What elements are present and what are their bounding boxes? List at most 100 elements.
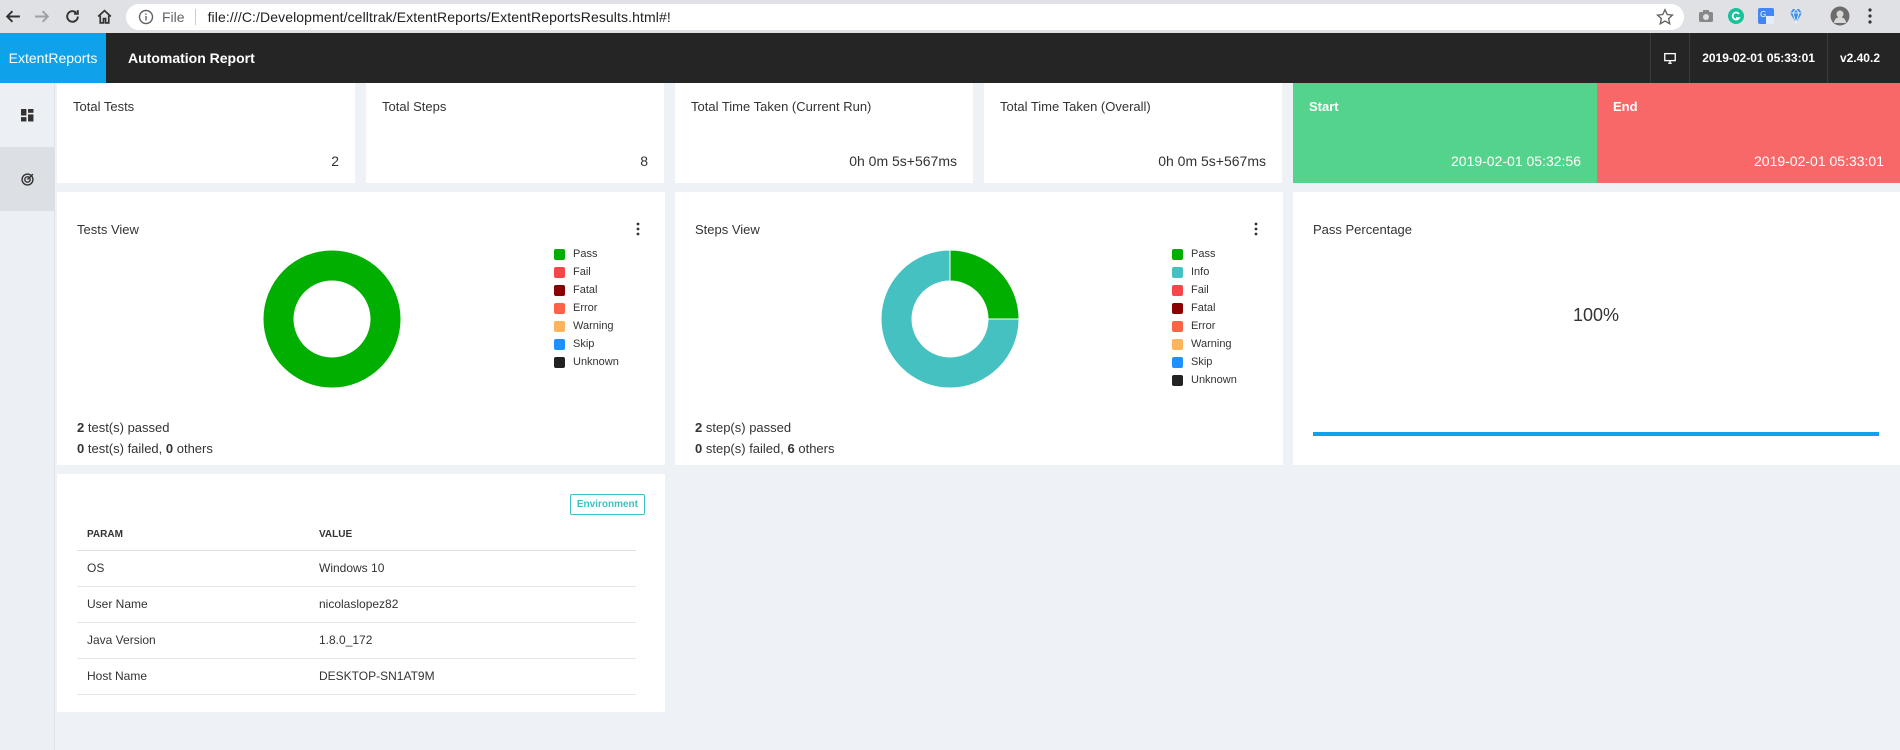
pass-percentage-value: 100% [1572,305,1620,325]
table-header-row: PARAM VALUE [77,520,636,551]
end-label: End [1613,99,1638,114]
more-options-icon[interactable] [635,222,641,236]
legend-swatch [554,284,565,296]
total-tests-label: Total Tests [73,99,135,114]
pass-percentage-bar-fill [1313,432,1879,436]
legend-label: Skip [1191,356,1213,368]
steps-others-text: others [794,441,835,456]
more-options-icon[interactable] [1253,222,1259,236]
sidebar-item-analytics[interactable] [0,147,55,211]
legend-item-pass[interactable]: Pass [554,245,619,263]
steps-view-card: Steps View Pass Info Fail Fatal Error Warning… [675,192,1283,465]
tests-summary-passed: 2 test(s) passed [77,420,170,435]
legend-label: Fatal [1191,302,1216,314]
app-header: ExtentReports Automation Report 2019-02-… [0,33,1900,83]
total-steps-card: Total Steps 8 [366,83,664,183]
legend-item-info[interactable]: Info [1172,263,1237,281]
table-row: Java Version 1.8.0_172 [77,622,636,659]
value-cell: nicolaslopez82 [309,586,636,623]
address-bar[interactable]: File file:///C:/Development/celltrak/Ext… [126,4,1684,30]
time-current-card: Total Time Taken (Current Run) 0h 0m 5s+… [675,83,973,183]
legend-label: Warning [573,320,614,332]
legend-item-fail[interactable]: Fail [1172,281,1237,299]
legend-label: Pass [1191,248,1216,260]
legend-item-error[interactable]: Error [1172,317,1237,335]
bookmark-star-icon[interactable] [1656,8,1674,26]
legend-label: Error [573,302,598,314]
forward-icon[interactable] [28,3,54,29]
legend-item-fail[interactable]: Fail [554,263,619,281]
steps-passed-text: step(s) passed [702,420,792,435]
legend-swatch [1172,338,1183,350]
reload-icon[interactable] [59,3,85,29]
grammarly-extension-icon[interactable] [1725,5,1747,27]
legend-swatch [1172,356,1183,368]
url-text[interactable]: file:///C:/Development/celltrak/ExtentRe… [208,9,671,25]
total-tests-value: 2 [331,153,339,169]
table-row: Host Name DESKTOP-SN1AT9M [77,658,636,695]
home-icon[interactable] [91,3,117,29]
legend-label: Unknown [573,356,619,368]
table-row: User Name nicolaslopez82 [77,586,636,623]
column-header-param: PARAM [77,520,309,551]
steps-donut-chart [880,249,1020,389]
legend-item-fatal[interactable]: Fatal [554,281,619,299]
legend-item-error[interactable]: Error [554,299,619,317]
donut-slice-pass[interactable] [949,249,1020,320]
track-changes-icon [21,172,34,186]
legend-item-warning[interactable]: Warning [554,317,619,335]
param-cell: OS [77,550,309,587]
time-overall-value: 0h 0m 5s+567ms [1158,153,1266,169]
legend-swatch [1172,266,1183,278]
steps-others-count: 6 [787,441,795,456]
report-title: Automation Report [128,50,255,66]
legend-swatch [1172,320,1183,332]
start-time-card: Start 2019-02-01 05:32:56 [1293,83,1597,183]
camera-extension-icon[interactable] [1695,5,1717,27]
dashboard-icon [21,108,34,121]
value-cell: Windows 10 [309,550,636,587]
steps-legend: Pass Info Fail Fatal Error Warning Skip Unknown [1172,245,1237,389]
browser-menu-icon[interactable] [1859,5,1881,27]
steps-summary-failed: 0 step(s) failed, 6 others [695,441,834,456]
legend-label: Fatal [573,284,598,296]
info-icon[interactable] [138,9,154,25]
table-row: OS Windows 10 [77,550,636,587]
legend-label: Fail [1191,284,1209,296]
legend-swatch [554,338,565,350]
legend-item-unknown[interactable]: Unknown [1172,371,1237,389]
tests-donut-chart [262,249,402,389]
profile-avatar-icon[interactable] [1829,5,1851,27]
tests-view-title: Tests View [77,222,139,237]
brand-logo[interactable]: ExtentReports [0,33,106,83]
legend-item-warning[interactable]: Warning [1172,335,1237,353]
sidebar-item-dashboard[interactable] [0,83,55,147]
translate-extension-icon[interactable]: G [1755,5,1777,27]
total-tests-card: Total Tests 2 [57,83,355,183]
total-steps-value: 8 [640,153,648,169]
sidebar [0,83,55,750]
back-icon[interactable] [0,3,26,29]
legend-item-unknown[interactable]: Unknown [554,353,619,371]
legend-item-skip[interactable]: Skip [554,335,619,353]
time-current-label: Total Time Taken (Current Run) [691,99,872,114]
start-value: 2019-02-01 05:32:56 [1451,153,1581,169]
legend-swatch [1172,374,1183,386]
version-label: v2.40.2 [1826,33,1900,83]
legend-item-fatal[interactable]: Fatal [1172,299,1237,317]
donut-slice-pass[interactable] [262,249,402,389]
time-overall-card: Total Time Taken (Overall) 0h 0m 5s+567m… [984,83,1282,183]
legend-item-skip[interactable]: Skip [1172,353,1237,371]
legend-label: Fail [573,266,591,278]
display-toggle[interactable] [1650,33,1689,83]
pass-percentage-title: Pass Percentage [1313,222,1413,237]
legend-swatch [554,266,565,278]
legend-item-pass[interactable]: Pass [1172,245,1237,263]
legend-swatch [554,320,565,332]
time-overall-label: Total Time Taken (Overall) [1000,99,1151,114]
steps-summary-passed: 2 step(s) passed [695,420,791,435]
diamond-extension-icon[interactable] [1785,5,1807,27]
svg-text:G: G [1760,10,1766,19]
legend-label: Skip [573,338,595,350]
total-steps-label: Total Steps [382,99,447,114]
